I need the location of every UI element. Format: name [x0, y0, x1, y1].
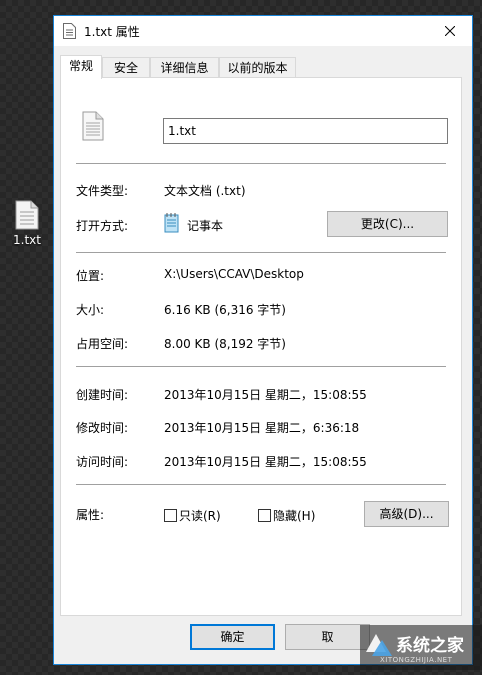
- size-label: 大小:: [76, 303, 105, 317]
- separator: [76, 252, 446, 253]
- created-label: 创建时间:: [76, 388, 129, 402]
- change-button[interactable]: 更改(C)...: [327, 211, 448, 237]
- watermark-text: 系统之家: [396, 636, 464, 656]
- size-on-disk-value: 8.00 KB (8,192 字节): [164, 337, 286, 351]
- cancel-button[interactable]: 取: [285, 624, 370, 650]
- advanced-button[interactable]: 高级(D)...: [364, 501, 449, 527]
- readonly-label[interactable]: 只读(R): [179, 507, 221, 524]
- watermark-subtext: XITONGZHIJIA.NET: [380, 656, 453, 664]
- tab-previous-versions[interactable]: 以前的版本: [219, 57, 296, 78]
- hidden-checkbox[interactable]: [258, 509, 271, 522]
- tab-general[interactable]: 常规: [60, 55, 102, 79]
- tab-details[interactable]: 详细信息: [150, 57, 219, 78]
- desktop-file-label: 1.txt: [13, 233, 41, 247]
- watermark: 系统之家 XITONGZHIJIA.NET: [360, 620, 482, 670]
- location-label: 位置:: [76, 269, 105, 283]
- size-on-disk-label: 占用空间:: [76, 337, 129, 351]
- open-with-label: 打开方式:: [76, 219, 129, 233]
- text-file-icon: [15, 200, 39, 230]
- created-value: 2013年10月15日 星期二，15:08:55: [164, 388, 367, 402]
- modified-value: 2013年10月15日 星期二，6:36:18: [164, 421, 360, 435]
- ok-button[interactable]: 确定: [190, 624, 275, 650]
- size-value: 6.16 KB (6,316 字节): [164, 303, 286, 317]
- notepad-icon: [164, 213, 179, 233]
- general-tab-panel: 1.txt 文件类型: 文本文档 (.txt) 打开方式: 记事本 更改(C).…: [60, 77, 462, 616]
- window-title: 1.txt 属性: [84, 25, 140, 39]
- title-bar[interactable]: 1.txt 属性: [54, 16, 472, 46]
- file-type-label: 文件类型:: [76, 184, 129, 198]
- modified-label: 修改时间:: [76, 421, 129, 435]
- hidden-label[interactable]: 隐藏(H): [273, 507, 315, 524]
- properties-window: 1.txt 属性 常规 安全 详细信息 以前的版本 1.txt 文件类型: 文本…: [53, 15, 473, 665]
- filename-input[interactable]: 1.txt: [163, 118, 448, 144]
- text-file-icon: [63, 23, 76, 39]
- tab-security[interactable]: 安全: [102, 57, 150, 78]
- location-value: X:\Users\CCAV\Desktop: [164, 267, 304, 281]
- readonly-checkbox[interactable]: [164, 509, 177, 522]
- close-button[interactable]: [428, 16, 472, 46]
- close-icon: [445, 26, 455, 36]
- attributes-label: 属性:: [76, 508, 105, 522]
- desktop-file-icon[interactable]: 1.txt: [8, 200, 46, 247]
- separator: [76, 163, 446, 164]
- separator: [76, 366, 446, 367]
- accessed-value: 2013年10月15日 星期二，15:08:55: [164, 455, 367, 469]
- text-file-icon: [82, 111, 104, 141]
- separator: [76, 484, 446, 485]
- open-with-value: 记事本: [187, 219, 224, 233]
- file-type-value: 文本文档 (.txt): [164, 184, 246, 198]
- accessed-label: 访问时间:: [76, 455, 129, 469]
